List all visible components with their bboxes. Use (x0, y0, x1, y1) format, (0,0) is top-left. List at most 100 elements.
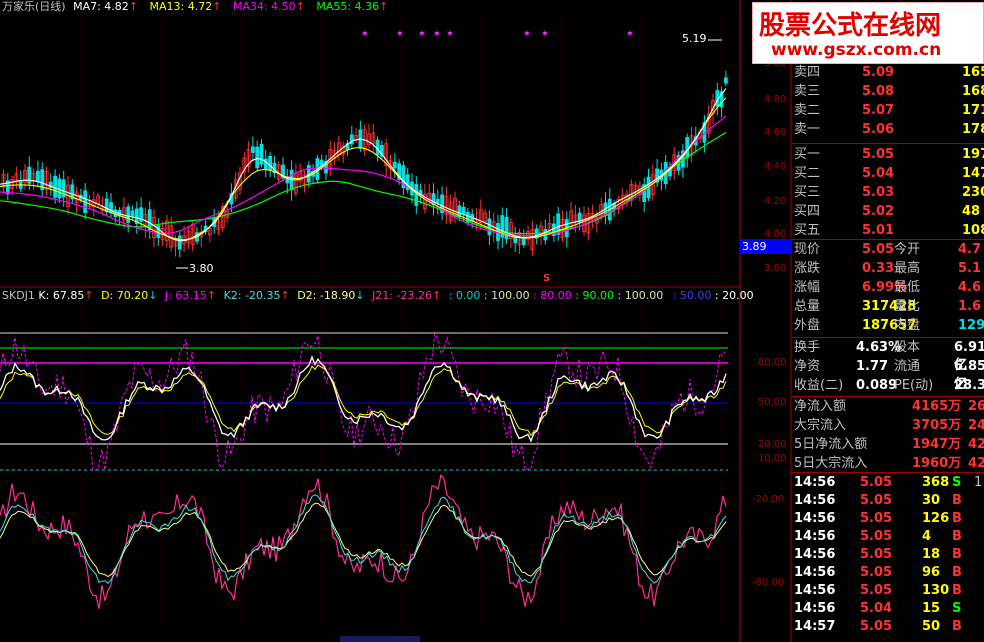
quote-row: 外盘187657内盘129771 (792, 317, 984, 335)
kdj-axis-50: 50.00 (758, 397, 787, 408)
svg-text:✶: ✶ (446, 29, 454, 40)
quote-label-2: 量比 (894, 299, 921, 314)
book-price: 5.03 (862, 185, 895, 200)
order-book-row: 买二 5.04 147 (792, 165, 984, 183)
quote-label: 外盘 (794, 318, 821, 333)
book-label: 买三 (794, 185, 821, 200)
order-book-row: 买五 5.01 108 (792, 222, 984, 240)
price-axis-4-00: 4.00 (764, 229, 787, 240)
ma34-value: MA34: 4.50 (232, 0, 296, 13)
book-volume: 197 (962, 147, 984, 162)
book-volume: 165 (962, 65, 984, 80)
vertical-grid (79, 14, 721, 636)
kdj-axis-20: 20.00 (758, 439, 787, 450)
ma7-line (0, 88, 727, 242)
high-label: 5.19 (682, 32, 707, 45)
quote-value-2: 4.7 (958, 242, 982, 257)
tick-price: 5.04 (860, 601, 893, 616)
tick-time: 14:56 (794, 601, 836, 616)
fund-flow-row: 5日大宗流入 1960万 42 (792, 455, 984, 473)
tick-volume: 18 (922, 547, 941, 562)
quote-row: 涨幅 6.99% 最低 4.6 (792, 279, 984, 297)
logo-url: www.gszx.com.cn (771, 40, 942, 60)
order-book-row: 买四 5.02 48 (792, 203, 984, 221)
book-price: 5.04 (862, 166, 895, 181)
fundamentals-row: 换手 4.63% 股本 6.91亿 (792, 339, 984, 373)
fund-label: 收益(二) (794, 378, 844, 393)
tick-time: 14:56 (794, 547, 836, 562)
tick-volume: 126 (922, 511, 950, 526)
tick-side: S (952, 601, 962, 616)
tick-price: 5.05 (860, 475, 893, 490)
kdj-header: SKDJ1 K: 67.85↑ D: 70.20↓ J: 63.15↑ K2: … (2, 289, 754, 302)
level-50: : 50.00 (672, 289, 712, 302)
ma13-line (0, 97, 727, 241)
book-volume: 108 (962, 223, 984, 238)
book-price: 5.09 (862, 65, 895, 80)
book-price: 5.07 (862, 103, 895, 118)
level-0: : 0.00 (448, 289, 481, 302)
orderbook-sep (792, 143, 984, 144)
price-tag: 3.89 (742, 240, 767, 253)
tick-count: 1 (974, 475, 983, 490)
svg-text:✶: ✶ (433, 29, 441, 40)
book-label: 买四 (794, 204, 821, 219)
tick-price: 5.05 (860, 619, 893, 634)
tick-time: 14:56 (794, 529, 836, 544)
order-book-row: 卖一 5.06 178 (792, 121, 984, 139)
price-axis-4-80: 4.80 (764, 94, 787, 105)
quote-label-2: 最高 (894, 261, 921, 276)
book-label: 买一 (794, 147, 821, 162)
fund-value: 0.089 (856, 378, 898, 393)
quote-value-2: 5.1 (958, 261, 982, 276)
book-volume: 230 (962, 185, 984, 200)
low-label: 3.80 (189, 262, 214, 275)
fund-flow-row: 5日净流入额 1947万 42 (792, 436, 984, 454)
tick-row: 14:56 5.05 126 B (792, 510, 984, 528)
tick-time: 14:56 (794, 583, 836, 598)
flow-value: 4165万 (912, 399, 962, 414)
book-label: 卖三 (794, 84, 821, 99)
scroll-thumb[interactable] (340, 636, 420, 642)
flow-value: 1947万 (912, 437, 962, 452)
svg-text:✶: ✶ (523, 29, 531, 40)
book-label: 卖二 (794, 103, 821, 118)
tick-side: B (952, 565, 962, 580)
flow-value-2: 42 (968, 456, 984, 471)
k-value: K: 67.85 (38, 289, 85, 302)
tick-side: B (952, 511, 962, 526)
level-90: : 90.00 (575, 289, 614, 302)
level-100: : 100.00 (483, 289, 530, 302)
tick-row: 14:56 5.05 96 B (792, 564, 984, 582)
d2-value: D2: -18.90 (297, 289, 356, 302)
book-price: 5.01 (862, 223, 895, 238)
book-volume: 48 (962, 204, 981, 219)
tick-time: 14:56 (794, 565, 836, 580)
fund-value: 1.77 (856, 359, 889, 374)
svg-text:✶: ✶ (626, 29, 634, 40)
tick-volume: 130 (922, 583, 950, 598)
tick-row: 14:56 5.05 130 B (792, 582, 984, 600)
book-price: 5.08 (862, 84, 895, 99)
fund-flow-row: 净流入额 4165万 262 (792, 398, 984, 416)
book-price: 5.06 (862, 122, 895, 137)
j21-value: J21: -23.26 (372, 289, 432, 302)
book-label: 卖一 (794, 122, 821, 137)
book-volume: 178 (962, 122, 984, 137)
quote-value-2: 1.6 (958, 299, 982, 314)
fund-value-2: 28.3 (954, 378, 984, 393)
quote-value-2: 129771 (958, 318, 984, 333)
ma13-value: MA13: 4.72 (149, 0, 213, 13)
tick-time: 14:56 (794, 475, 836, 490)
tick-row: 14:56 5.05 368 S 1 (792, 474, 984, 492)
flow-sep (792, 396, 984, 397)
flow-label: 5日大宗流入 (794, 456, 868, 471)
tick-side: B (952, 583, 962, 598)
tick-time: 14:56 (794, 493, 836, 508)
flow-value-2: 42 (968, 437, 984, 452)
fundamentals-row: 净资 1.77 流通 6.85亿 (792, 358, 984, 392)
tick-volume: 15 (922, 601, 941, 616)
logo-title: 股票公式在线网 (759, 11, 942, 41)
svg-text:✶: ✶ (361, 29, 369, 40)
tick-time: 14:56 (794, 511, 836, 526)
